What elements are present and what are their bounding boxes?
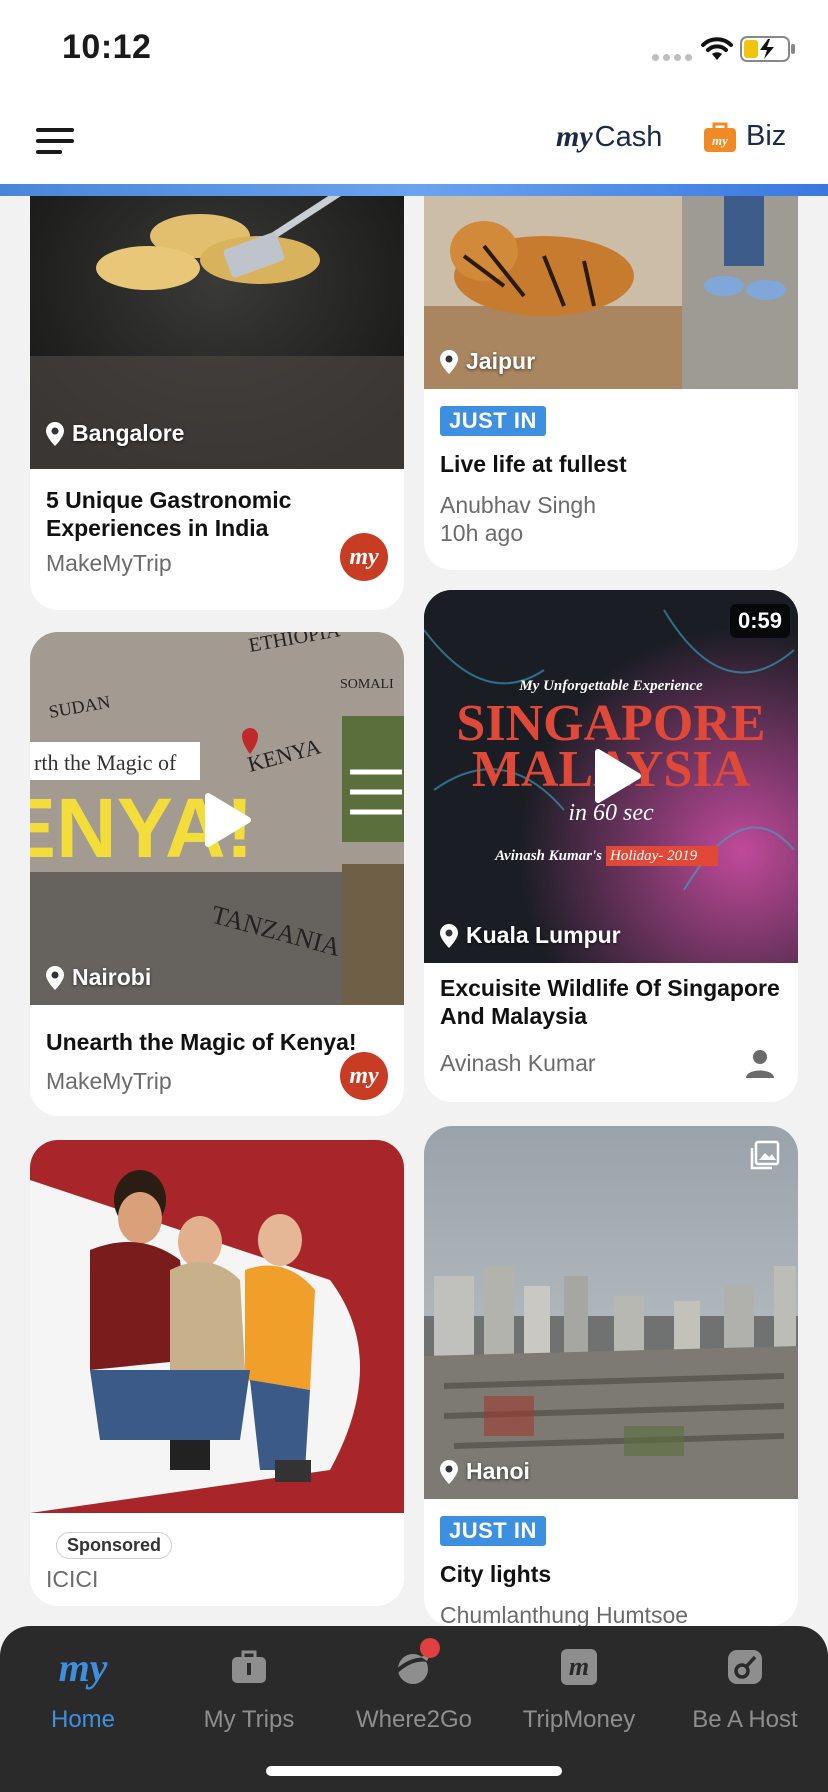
svg-text:Avinash Kumar's: Avinash Kumar's [494,848,602,864]
mycash-prefix: my [556,120,593,153]
location-tag: Bangalore [46,420,184,447]
home-my-icon: my [58,1644,108,1690]
biz-button[interactable]: my Biz [702,120,786,153]
location-pin-icon [46,421,64,446]
card-author: MakeMyTrip [46,1068,172,1094]
tab-home[interactable]: my Home [0,1640,166,1734]
home-indicator[interactable] [266,1766,562,1776]
tab-label: My Trips [203,1706,295,1733]
battery-charging-icon [740,36,795,62]
makemytrip-logo: my [340,1052,388,1100]
card-author: MakeMyTrip [46,550,172,576]
card-title: Excuisite Wildlife Of Singapore And Mala… [440,975,780,1029]
location-pin-icon [440,349,458,374]
card-author: ICICI [46,1566,99,1592]
svg-text:rth the Magic of: rth the Magic of [34,750,177,775]
story-card-bangalore[interactable]: Bangalore 5 Unique Gastronomic Experienc… [30,196,404,610]
host-key-icon [717,1640,773,1694]
just-in-badge: JUST IN [440,1516,546,1546]
card-author: Avinash Kumar [440,1050,596,1076]
globe-plane-icon [386,1638,442,1694]
card-timestamp: 10h ago [440,520,524,546]
location-tag: Hanoi [440,1458,530,1485]
card-image [424,1126,798,1499]
top-app-bar: my Cash my Biz [0,96,828,184]
wifi-icon [701,37,733,60]
hamburger-menu-icon[interactable] [36,128,74,154]
tab-where2go[interactable]: Where2Go [331,1638,497,1734]
location-pin-icon [440,1459,458,1484]
story-card-jaipur[interactable]: Jaipur JUST IN Live life at fullest Anub… [424,196,798,570]
content-feed[interactable]: Bangalore 5 Unique Gastronomic Experienc… [0,196,828,1626]
mycash-button[interactable]: my Cash [556,120,662,154]
sponsored-badge: Sponsored [56,1532,173,1559]
location-tag: Jaipur [440,348,535,375]
location-tag: Nairobi [46,964,151,991]
progress-accent-bar [0,184,828,196]
svg-text:My Unforgettable Experience: My Unforgettable Experience [518,678,703,694]
card-title: 5 Unique Gastronomic Experiences in Indi… [46,487,292,541]
suitcase-icon [221,1640,277,1694]
cellular-signal-icon [652,54,692,61]
just-in-badge: JUST IN [440,406,546,436]
svg-text:Holiday- 2019: Holiday- 2019 [609,848,698,864]
play-icon[interactable] [584,746,644,806]
tab-label: TripMoney [522,1706,636,1733]
biz-label: Biz [746,120,787,152]
gallery-icon [750,1140,780,1170]
tab-label: Be A Host [692,1706,798,1733]
story-card-hanoi[interactable]: Hanoi JUST IN City lights Chumlanthung H… [424,1126,798,1626]
location-pin-icon [440,923,458,948]
sponsored-image [30,1140,404,1513]
card-title: Live life at fullest [440,451,627,477]
user-avatar-icon [746,1050,774,1078]
svg-text:my: my [712,133,728,148]
tab-tripmoney[interactable]: m TripMoney [496,1640,662,1734]
location-tag: Kuala Lumpur [440,922,621,949]
briefcase-icon: my [704,122,736,152]
sponsored-card-icici[interactable]: Sponsored ICICI [30,1140,404,1606]
mycash-label: Cash [594,120,663,153]
tripmoney-icon: m [551,1640,607,1694]
tab-label: Home [50,1706,116,1733]
story-card-nairobi[interactable]: ETHIOPIA SUDAN SOMALI KENYA TANZANIA rth… [30,632,404,1116]
card-author: Chumlanthung Humtsoe [440,1602,689,1626]
makemytrip-logo: my [340,533,388,581]
card-title: City lights [440,1561,552,1587]
location-pin-icon [46,965,64,990]
play-icon[interactable] [194,790,254,850]
video-duration-badge: 0:59 [729,604,790,638]
svg-text:SOMALI: SOMALI [340,677,394,692]
tab-my-trips[interactable]: My Trips [166,1640,332,1734]
status-bar: 10:12 [0,0,828,96]
card-author: Anubhav Singh [440,492,597,518]
status-time: 10:12 [62,28,152,66]
tab-be-a-host[interactable]: Be A Host [662,1640,828,1734]
notification-dot [420,1638,440,1658]
tab-label: Where2Go [355,1706,473,1733]
card-title: Unearth the Magic of Kenya! [46,1029,357,1055]
story-card-kuala-lumpur[interactable]: My Unforgettable Experience SINGAPORE MA… [424,590,798,1102]
